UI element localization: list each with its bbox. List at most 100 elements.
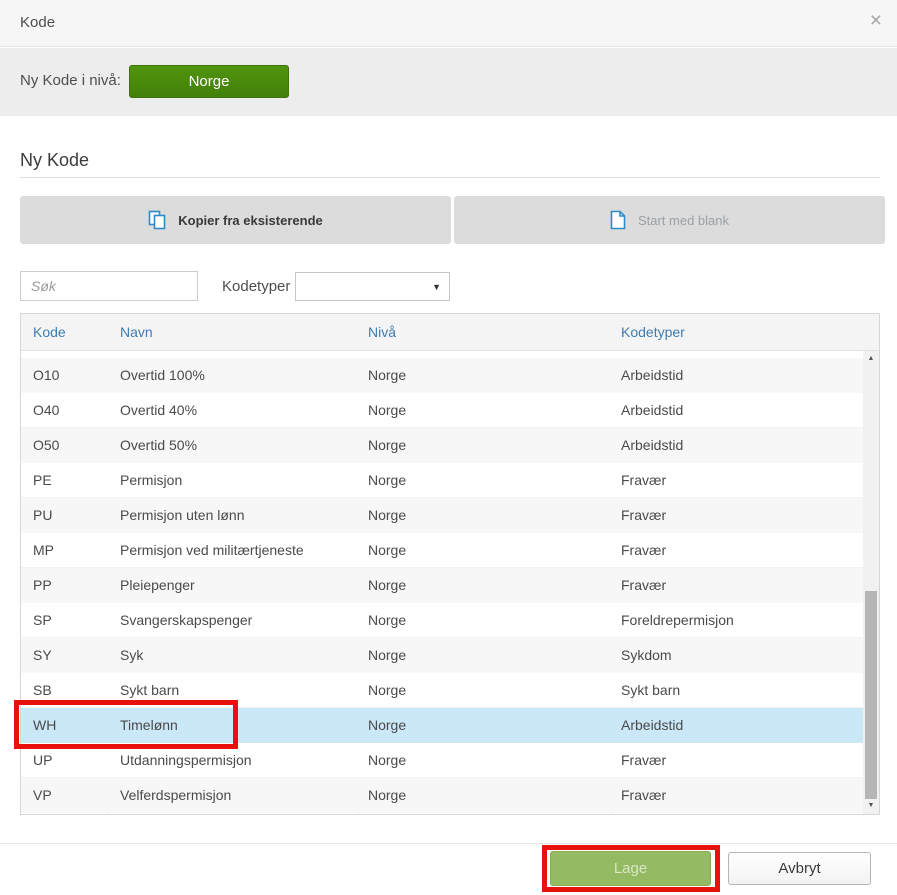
cell-navn: Velferdspermisjon [120,787,232,803]
table-row[interactable]: PU Permisjon uten lønn Norge Fravær [21,498,863,533]
cell-niva: Norge [368,717,407,733]
scroll-up-icon[interactable]: ▲ [863,351,879,367]
column-header-navn[interactable]: Navn [120,314,153,350]
cell-navn: Timelønn [120,717,178,733]
table-row[interactable]: O40 Overtid 40% Norge Arbeidstid [21,393,863,428]
table-row[interactable]: O50 Overtid 50% Norge Arbeidstid [21,428,863,463]
copy-icon [148,210,166,230]
cell-navn: Permisjon uten lønn [120,507,245,523]
cell-niva: Norge [368,682,407,698]
level-bar: Ny Kode i nivå: Norge [0,48,897,116]
table-header: Kode Navn Nivå Kodetyper [21,314,879,351]
tab-label: Start med blank [637,212,730,228]
table-scrollbar[interactable]: ▲ ▼ [863,351,879,814]
table-row[interactable]: MP Permisjon ved militærtjeneste Norge Frav… [21,533,863,568]
cell-navn: Sykt barn [120,682,180,698]
column-header-niva[interactable]: Nivå [368,314,396,350]
cell-kode: SP [33,612,52,628]
section-heading: Ny Kode [20,150,880,178]
create-button[interactable]: Lage [550,851,711,886]
cell-kode: UP [33,752,53,768]
dropdown-arrow-icon: ▼ [432,282,441,292]
cell-kodetyper: Arbeidstid [621,402,684,418]
scrollbar-thumb[interactable] [865,591,877,799]
footer-divider [0,843,897,844]
cell-kodetyper: Fravær [621,542,667,558]
column-header-kodetyper[interactable]: Kodetyper [621,314,685,350]
cell-kode: O50 [33,437,60,453]
cell-kodetyper: Fravær [621,787,667,803]
cell-navn: Pleiepenger [120,577,195,593]
codes-table: Kode Navn Nivå Kodetyper O10 Overtid 100%… [20,313,880,815]
cell-kodetyper: Arbeidstid [621,437,684,453]
dialog-header: Kode × [0,0,897,47]
close-icon[interactable]: × [870,10,882,31]
cell-kode: VP [33,787,52,803]
table-row[interactable]: O10 Overtid 100% Norge Arbeidstid [21,358,863,393]
table-row[interactable]: SP Svangerskapspenger Norge Foreldrepermisj… [21,603,863,638]
partial-row [21,351,863,358]
cell-kodetyper: Fravær [621,577,667,593]
filter-row: Kodetyper ▼ [20,271,880,301]
level-label: Ny Kode i nivå: [20,72,121,89]
kodetyper-label: Kodetyper [222,278,291,295]
cell-kode: MP [33,542,54,558]
tab-label: Kopier fra eksisterende [178,212,323,228]
cell-kodetyper: Sykdom [621,647,672,663]
cell-niva: Norge [368,367,407,383]
cell-niva: Norge [368,647,407,663]
cell-navn: Overtid 100% [120,367,205,383]
cell-kode: PE [33,472,52,488]
cell-niva: Norge [368,402,407,418]
cell-navn: Overtid 40% [120,402,198,418]
cell-navn: Permisjon [120,472,183,488]
cell-niva: Norge [368,787,407,803]
table-row[interactable]: PE Permisjon Norge Fravær [21,463,863,498]
norge-level-button[interactable]: Norge [129,65,289,98]
cell-navn: Svangerskapspenger [120,612,253,628]
cell-kode: WH [33,717,57,733]
cell-kodetyper: Fravær [621,507,667,523]
cell-niva: Norge [368,542,407,558]
blank-page-icon [610,210,626,230]
table-body: O10 Overtid 100% Norge Arbeidstid O40 Overtid… [21,351,863,814]
cell-kode: SB [33,682,52,698]
cell-kodetyper: Arbeidstid [621,717,684,733]
dialog-title: Kode [20,14,56,31]
table-row[interactable]: VP Velferdspermisjon Norge Fravær [21,778,863,813]
cell-kode: O40 [33,402,60,418]
cell-kodetyper: Sykt barn [621,682,681,698]
table-row[interactable]: PP Pleiepenger Norge Fravær [21,568,863,603]
cell-kode: PU [33,507,53,523]
tab-start-blank[interactable]: Start med blank [454,196,885,244]
cell-niva: Norge [368,577,407,593]
column-header-kode[interactable]: Kode [33,314,66,350]
table-row[interactable]: UP Utdanningspermisjon Norge Fravær [21,743,863,778]
cell-niva: Norge [368,752,407,768]
cell-kodetyper: Fravær [621,472,667,488]
kode-dialog: Kode × Ny Kode i nivå: Norge Ny Kode Kop… [0,0,897,895]
cell-navn: Syk [120,647,144,663]
table-row[interactable]: WH Timelønn Norge Arbeidstid [21,708,863,743]
table-row[interactable]: SY Syk Norge Sykdom [21,638,863,673]
cell-kodetyper: Arbeidstid [621,367,684,383]
cancel-button[interactable]: Avbryt [728,852,871,885]
cell-niva: Norge [368,472,407,488]
cell-kodetyper: Fravær [621,752,667,768]
search-input[interactable] [20,271,198,301]
kodetyper-select[interactable]: ▼ [295,272,450,301]
table-row[interactable]: SB Sykt barn Norge Sykt barn [21,673,863,708]
cell-kodetyper: Foreldrepermisjon [621,612,734,628]
cell-navn: Utdanningspermisjon [120,752,252,768]
tab-bar: Kopier fra eksisterende Start med blank [20,196,885,244]
cell-niva: Norge [368,507,407,523]
cell-navn: Permisjon ved militærtjeneste [120,542,304,558]
cell-kode: PP [33,577,52,593]
cell-kode: SY [33,647,52,663]
cell-niva: Norge [368,437,407,453]
cell-kode: O10 [33,367,60,383]
cell-niva: Norge [368,612,407,628]
cell-navn: Overtid 50% [120,437,198,453]
tab-copy-existing[interactable]: Kopier fra eksisterende [20,196,451,244]
scroll-down-icon[interactable]: ▼ [863,798,879,814]
